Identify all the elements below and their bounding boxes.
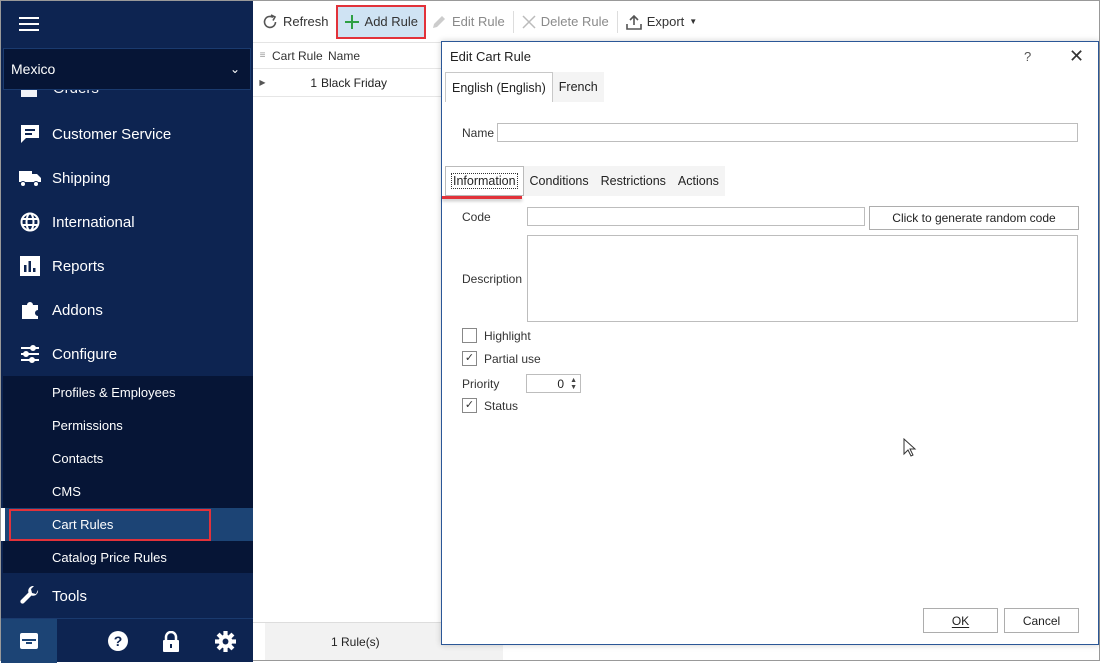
description-textarea[interactable] <box>527 235 1078 322</box>
cancel-button[interactable]: Cancel <box>1004 608 1079 633</box>
globe-icon <box>19 211 41 233</box>
name-label: Name <box>462 126 495 140</box>
ok-button[interactable]: OK <box>923 608 998 633</box>
column-header-cart-rule[interactable]: Cart Rule <box>272 49 328 63</box>
upload-icon <box>625 14 642 30</box>
submenu-item-profiles-employees[interactable]: Profiles & Employees <box>3 376 253 409</box>
description-label: Description <box>462 272 523 286</box>
priority-label: Priority <box>462 377 500 391</box>
language-tabs: English (English) French <box>445 72 604 102</box>
sidebar: Orders Mexico ⌄ Customer Service Shippin… <box>1 1 253 663</box>
tab-french[interactable]: French <box>553 72 604 102</box>
plus-icon <box>344 14 359 29</box>
cell-name: Black Friday <box>321 75 388 90</box>
column-header-name[interactable]: Name <box>328 49 360 63</box>
tab-information[interactable]: Information <box>445 166 524 196</box>
generate-code-button[interactable]: Click to generate random code <box>869 206 1079 230</box>
column-chooser-icon[interactable]: ≡ <box>253 50 272 61</box>
mouse-cursor-icon <box>903 437 917 461</box>
partial-use-checkbox[interactable]: ✓ Partial use <box>462 351 541 366</box>
sidebar-item-addons[interactable]: Addons <box>1 288 253 332</box>
refresh-button[interactable]: Refresh <box>257 7 334 37</box>
wrench-icon <box>19 585 41 607</box>
row-indicator-icon: ▶ <box>259 78 266 87</box>
refresh-icon <box>263 13 277 28</box>
dialog-title: Edit Cart Rule <box>450 49 531 64</box>
close-icon[interactable]: ✕ <box>1069 46 1084 67</box>
checkmark-icon: ✓ <box>462 398 477 413</box>
chat-icon <box>19 123 41 145</box>
export-button[interactable]: Export ▼ <box>621 7 703 37</box>
priority-stepper[interactable]: 0 ▲ ▼ <box>526 374 581 393</box>
help-icon[interactable]: ? <box>108 631 128 654</box>
name-input[interactable] <box>497 123 1078 142</box>
sidebar-item-shipping[interactable]: Shipping <box>1 156 253 200</box>
lock-icon[interactable] <box>161 630 181 656</box>
svg-text:?: ? <box>114 633 123 649</box>
status-checkbox[interactable]: ✓ Status <box>462 398 518 413</box>
submenu-item-permissions[interactable]: Permissions <box>3 409 253 442</box>
toolbar: Refresh Add Rule Edit Rule Delete Rule E… <box>253 1 1099 43</box>
submenu-item-cart-rules[interactable]: Cart Rules <box>1 508 253 541</box>
code-label: Code <box>462 210 491 224</box>
truck-icon <box>19 167 41 189</box>
toolbar-separator <box>616 10 618 33</box>
sidebar-item-customer-service[interactable]: Customer Service <box>1 112 253 156</box>
puzzle-icon <box>19 299 41 321</box>
sidebar-item-international[interactable]: International <box>1 200 253 244</box>
toolbar-separator <box>512 10 514 33</box>
submenu-item-catalog-price-rules[interactable]: Catalog Price Rules <box>3 541 253 574</box>
tab-actions[interactable]: Actions <box>672 166 725 196</box>
submenu-item-cms[interactable]: CMS <box>3 475 253 508</box>
sidebar-footer: ? <box>1 618 253 663</box>
checkmark-icon: ✓ <box>462 351 477 366</box>
store-icon[interactable] <box>1 618 57 663</box>
edit-cart-rule-dialog: Edit Cart Rule ? ✕ English (English) Fre… <box>441 41 1099 645</box>
store-selector-value: Mexico <box>11 61 56 77</box>
gear-icon[interactable] <box>215 631 236 655</box>
delete-rule-button[interactable]: Delete Rule <box>517 7 614 37</box>
bar-chart-icon <box>19 255 41 277</box>
hamburger-menu-icon[interactable] <box>19 17 39 31</box>
help-button[interactable]: ? <box>1024 49 1031 64</box>
caret-down-icon: ▼ <box>689 17 698 26</box>
chevron-down-icon: ⌄ <box>229 62 240 76</box>
highlight-annotation <box>442 196 522 199</box>
sidebar-item-configure[interactable]: Configure <box>1 332 253 376</box>
tab-english[interactable]: English (English) <box>445 72 553 102</box>
pencil-icon <box>433 15 446 28</box>
cell-id: 1 <box>310 75 317 90</box>
highlight-checkbox[interactable]: Highlight <box>462 328 531 343</box>
x-icon <box>522 14 536 29</box>
add-rule-button[interactable]: Add Rule <box>335 4 427 39</box>
tab-restrictions[interactable]: Restrictions <box>595 166 672 196</box>
sidebar-item-tools[interactable]: Tools <box>1 574 253 618</box>
submenu-item-contacts[interactable]: Contacts <box>3 442 253 475</box>
edit-rule-button[interactable]: Edit Rule <box>426 7 510 37</box>
tab-conditions[interactable]: Conditions <box>524 166 595 196</box>
checkbox-box <box>462 328 477 343</box>
rule-count: 1 Rule(s) <box>331 634 380 649</box>
store-selector[interactable]: Mexico ⌄ <box>3 48 251 90</box>
spinner-arrows-icon[interactable]: ▲ ▼ <box>570 377 577 391</box>
section-tabs: Information Conditions Restrictions Acti… <box>445 166 725 196</box>
configure-submenu: Profiles & Employees Permissions Contact… <box>1 376 253 574</box>
sliders-icon <box>19 343 41 365</box>
code-input[interactable] <box>527 207 865 226</box>
priority-value: 0 <box>557 376 565 391</box>
sidebar-header <box>1 1 253 47</box>
sidebar-item-reports[interactable]: Reports <box>1 244 253 288</box>
